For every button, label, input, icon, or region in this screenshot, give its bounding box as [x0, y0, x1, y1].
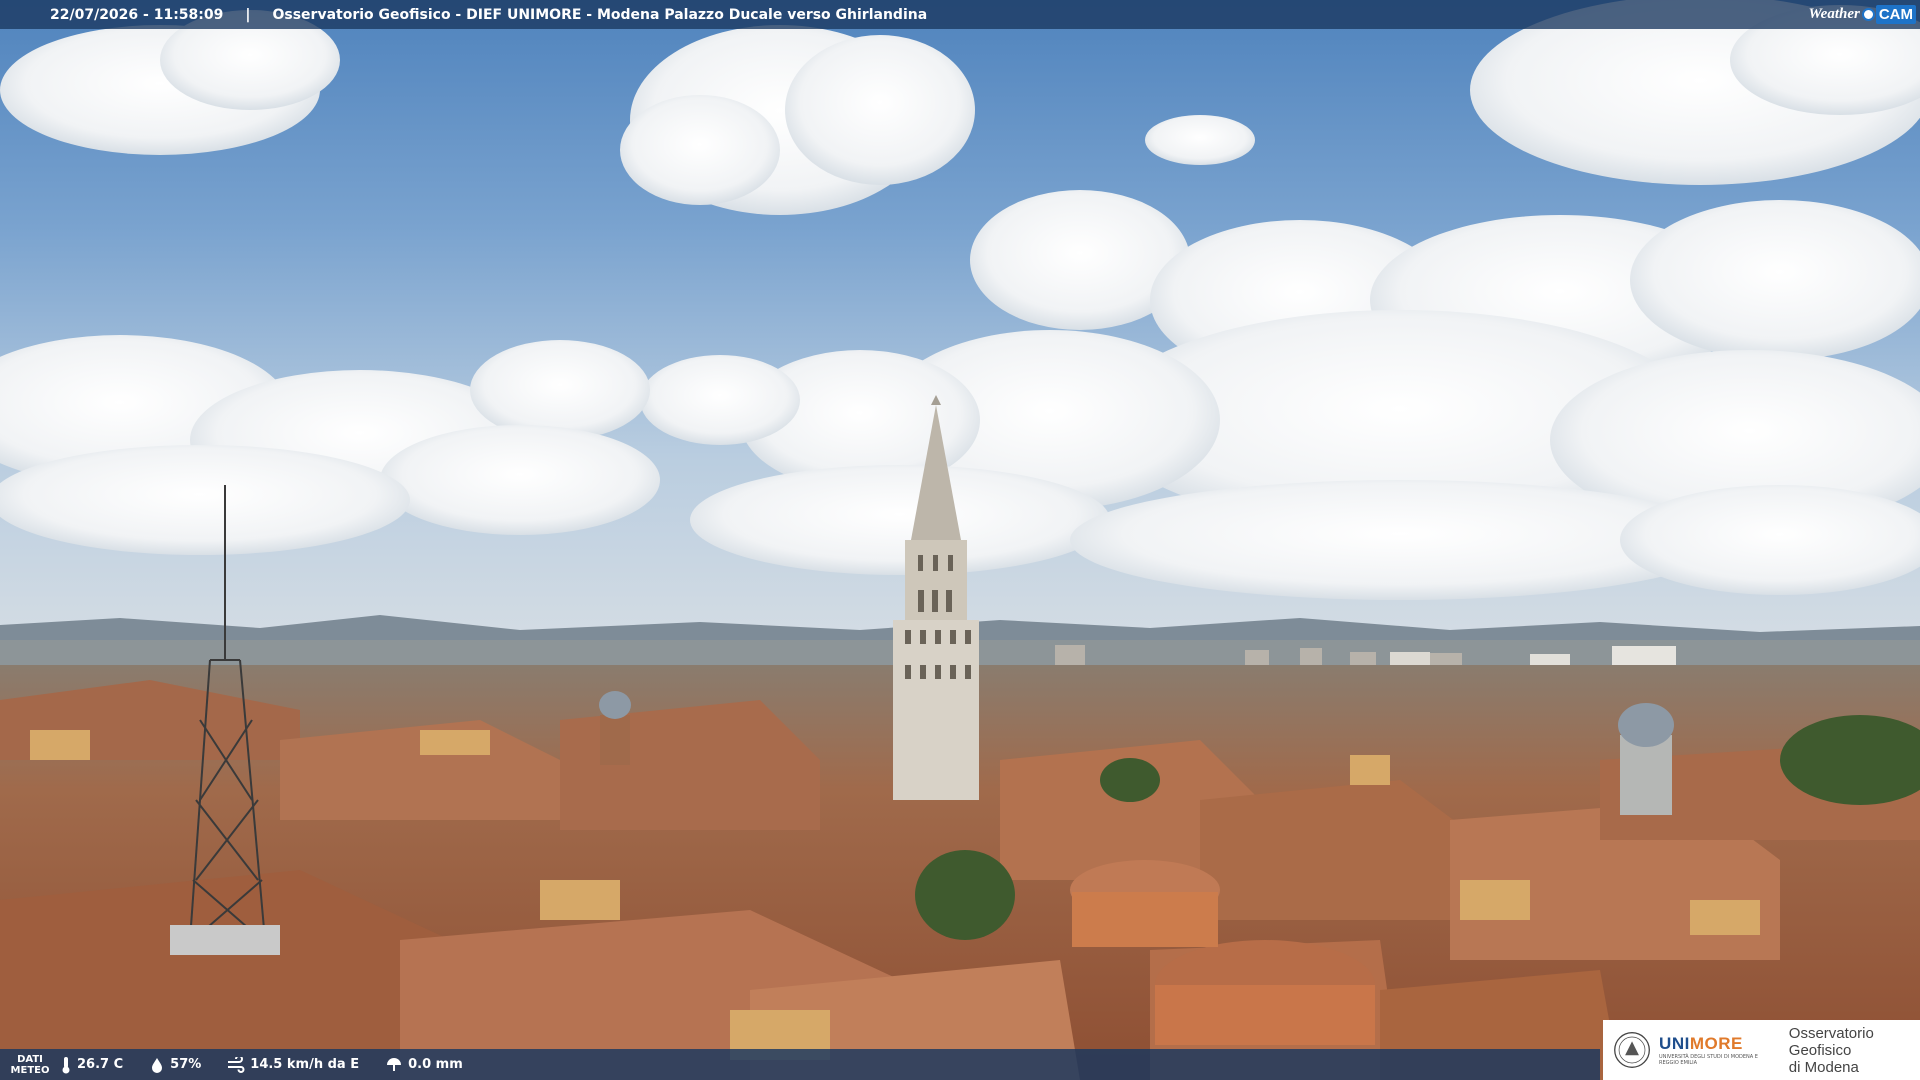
unimore-name-b: MORE [1689, 1034, 1743, 1053]
logo-cam-text: CAM [1875, 4, 1916, 24]
caption-bar: 22/07/2026 - 11:58:09 | Osservatorio Geo… [0, 0, 1920, 29]
rain-reading: 0.0 mm [385, 1057, 463, 1073]
institution-panel: UNIMORE UNIVERSITÀ DEGLI STUDI DI MODENA… [1603, 1020, 1920, 1080]
humidity-reading: 57% [149, 1057, 201, 1073]
observatory-line2: di Modena [1788, 1058, 1859, 1076]
rain-value: 0.0 mm [408, 1057, 463, 1072]
humidity-icon [152, 1057, 163, 1073]
timestamp: 22/07/2026 - 11:58:09 [50, 6, 224, 23]
right-dome [1618, 703, 1674, 815]
rain-icon [387, 1057, 402, 1071]
camera-caption: Osservatorio Geofisico - DIEF UNIMORE - … [272, 6, 928, 23]
webcam-panorama [0, 0, 1920, 1080]
wind-icon [228, 1056, 245, 1073]
weathercam-logo-icon: Weather CAM [1808, 3, 1916, 25]
logo-weather-text: Weather [1808, 5, 1860, 22]
wind-reading: 14.5 km/h da E [227, 1056, 360, 1073]
unimore-logo: UNIMORE UNIVERSITÀ DEGLI STUDI DI MODENA… [1659, 1034, 1779, 1066]
wind-value: 14.5 km/h da E [250, 1057, 360, 1072]
logo-dot [1861, 7, 1875, 21]
observatory-name: Osservatorio Geofisico di Modena [1789, 1025, 1920, 1076]
meteo-label-line2: METEO [10, 1064, 50, 1076]
left-dome [599, 691, 631, 765]
weather-data-bar: DATI METEO 26.7 C 57% 14.5 km/h da E 0.0… [0, 1049, 1600, 1080]
meteo-label: DATI METEO [0, 1054, 60, 1076]
antenna-base [170, 925, 280, 955]
observatory-line1: Osservatorio Geofisico [1788, 1024, 1874, 1059]
caption-separator: | [245, 6, 251, 23]
meteo-label-line1: DATI [17, 1053, 43, 1065]
humidity-value: 57% [170, 1057, 202, 1072]
temperature-value: 26.7 C [77, 1057, 124, 1072]
temperature-reading: 26.7 C [60, 1056, 123, 1074]
thermometer-icon [62, 1056, 70, 1073]
unimore-seal-icon [1614, 1032, 1650, 1068]
unimore-subtitle: UNIVERSITÀ DEGLI STUDI DI MODENA E REGGI… [1659, 1054, 1758, 1066]
unimore-name-a: UNI [1659, 1034, 1690, 1053]
